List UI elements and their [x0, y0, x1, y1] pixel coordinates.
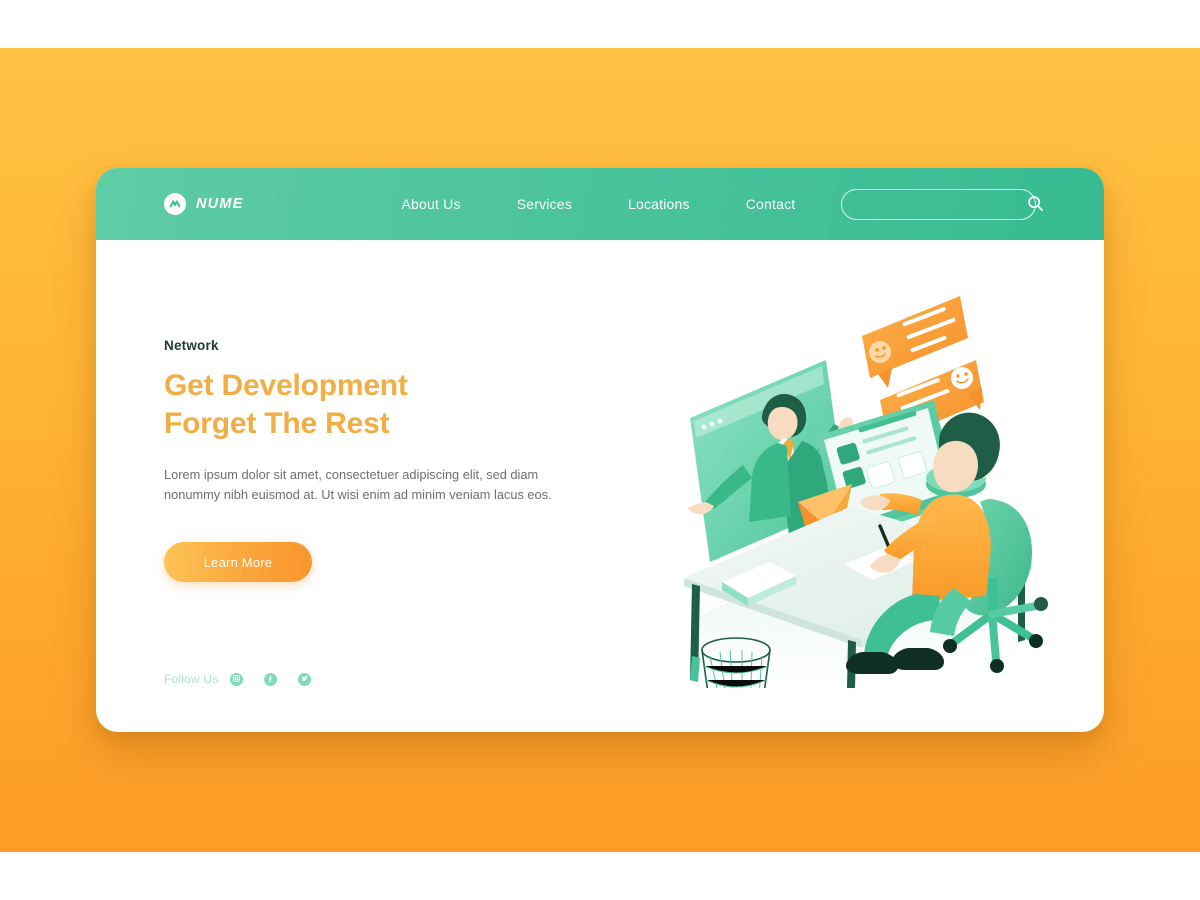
hero-headline-line-1: Get Development [164, 369, 408, 402]
social-link-twitter[interactable] [298, 670, 312, 688]
nav-link-locations[interactable]: Locations [610, 190, 708, 218]
search-button[interactable] [1027, 190, 1044, 219]
hero-headline: Get Development Forget The Rest [164, 367, 584, 443]
hero-text-block: Network Get Development Forget The Rest … [164, 338, 584, 583]
video-call-workspace-illustration [666, 288, 1066, 732]
follow-us-label: Follow Us [164, 672, 219, 686]
instagram-icon [232, 670, 241, 688]
social-link-instagram[interactable] [230, 670, 244, 688]
primary-navigation: About Us Services Locations Contact [374, 190, 824, 218]
hero-eyebrow: Network [164, 338, 219, 353]
search-input[interactable] [842, 190, 1027, 219]
learn-more-button[interactable]: Learn More [164, 542, 312, 583]
social-link-facebook[interactable] [264, 670, 278, 688]
landing-page-card: NUME About Us Services Locations Contact [96, 168, 1104, 732]
search-box[interactable] [841, 189, 1043, 220]
screenshot-root: NUME About Us Services Locations Contact [0, 0, 1200, 900]
follow-us-section: Follow Us [164, 670, 312, 688]
site-header: NUME About Us Services Locations Contact [96, 168, 1104, 240]
search-icon [1027, 195, 1044, 215]
twitter-icon [300, 670, 309, 688]
facebook-icon [266, 670, 275, 688]
brand-logo[interactable]: NUME [164, 193, 244, 215]
wave-mark-icon [164, 193, 186, 215]
brand-name: NUME [196, 196, 244, 212]
nav-link-contact[interactable]: Contact [728, 190, 814, 218]
nav-link-about-us[interactable]: About Us [384, 190, 479, 218]
nav-link-services[interactable]: Services [499, 190, 590, 218]
hero-headline-line-2: Forget The Rest [164, 406, 390, 440]
hero-paragraph: Lorem ipsum dolor sit amet, consectetuer… [164, 466, 552, 503]
